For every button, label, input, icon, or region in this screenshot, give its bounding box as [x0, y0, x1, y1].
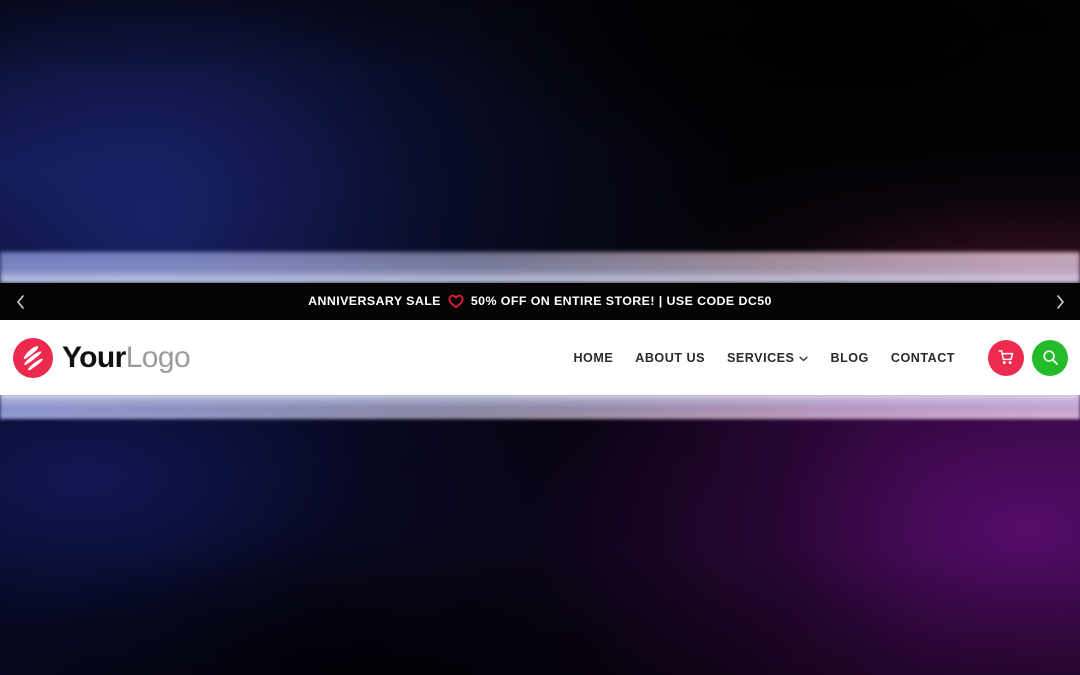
chevron-down-icon — [799, 356, 809, 362]
nav-item-services[interactable]: SERVICES — [716, 351, 819, 365]
logo-word-bold: Your — [62, 340, 126, 374]
shopping-cart-icon — [998, 349, 1015, 366]
nav-item-contact[interactable]: CONTACT — [880, 351, 966, 365]
lightning-circle-logo-icon — [12, 337, 54, 379]
main-navigation: HOME ABOUT US SERVICES BLOG CONTACT — [562, 351, 966, 365]
nav-label-services: SERVICES — [727, 350, 795, 365]
announcement-next-button[interactable] — [1040, 283, 1080, 320]
nav-item-home[interactable]: HOME — [562, 351, 624, 365]
chevron-right-icon — [1056, 294, 1065, 309]
logo-wordmark: YourLogo — [62, 340, 191, 374]
nav-label-home: HOME — [573, 350, 614, 365]
announcement-prev-button[interactable] — [0, 283, 40, 320]
announcement-text-primary: ANNIVERSARY SALE — [308, 294, 441, 308]
announcement-bar: ANNIVERSARY SALE 50% OFF ON ENTIRE STORE… — [0, 283, 1080, 320]
site-header: YourLogo HOME ABOUT US SERVICES BLOG CON… — [0, 320, 1080, 395]
hero-glow-band-top — [0, 252, 1080, 283]
announcement-content: ANNIVERSARY SALE 50% OFF ON ENTIRE STORE… — [40, 283, 1040, 320]
magnifier-icon — [1042, 349, 1059, 366]
cart-button[interactable] — [988, 339, 1024, 376]
announcement-text-secondary: 50% OFF ON ENTIRE STORE! | USE CODE DC50 — [470, 294, 772, 308]
nav-label-blog: BLOG — [830, 350, 869, 365]
nav-label-about-us: ABOUT US — [635, 350, 705, 365]
header-actions — [988, 339, 1068, 376]
chevron-left-icon — [16, 294, 25, 309]
hero-background-bottom-vignette — [0, 395, 1080, 675]
heart-outline-icon — [448, 294, 464, 309]
nav-item-blog[interactable]: BLOG — [819, 351, 879, 365]
hero-glow-band-bottom — [0, 393, 1080, 419]
hero-background-top-vignette — [0, 0, 1080, 283]
nav-label-contact: CONTACT — [890, 350, 955, 365]
search-button[interactable] — [1032, 339, 1068, 376]
nav-item-about-us[interactable]: ABOUT US — [624, 351, 716, 365]
logo-link[interactable]: YourLogo — [12, 337, 191, 379]
logo-word-light: Logo — [125, 340, 191, 374]
page-root: ANNIVERSARY SALE 50% OFF ON ENTIRE STORE… — [0, 0, 1080, 675]
